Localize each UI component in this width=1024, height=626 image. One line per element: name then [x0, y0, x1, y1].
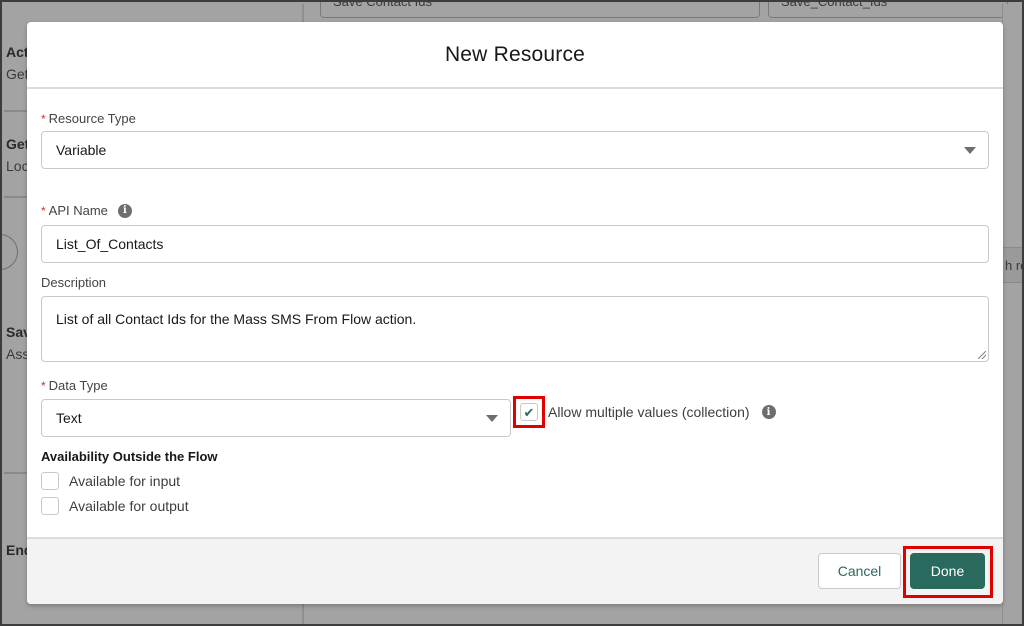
modal-title: New Resource	[444, 42, 586, 66]
background-api-name-input: Save_Contact_Ids	[768, 0, 1008, 18]
data-type-value: Text	[56, 410, 82, 426]
background-section-action: Act Get	[6, 44, 29, 82]
data-type-select[interactable]: Text	[41, 399, 511, 437]
allow-multiple-label: Allow multiple values (collection) i	[548, 403, 776, 421]
new-resource-modal: New Resource * Resource Type Variable * …	[27, 22, 1003, 604]
available-for-input-label: Available for input	[69, 473, 181, 489]
background-right-text: h re	[1005, 258, 1022, 273]
resize-handle-icon[interactable]	[978, 351, 986, 359]
api-name-label: * API Name i	[41, 203, 132, 218]
modal-header: New Resource	[27, 22, 1003, 89]
modal-body: * Resource Type Variable * API Name i Li…	[27, 89, 1003, 537]
required-marker: *	[41, 203, 46, 218]
description-label: Description	[41, 275, 106, 290]
check-icon: ✔	[523, 404, 535, 420]
availability-heading: Availability Outside the Flow	[41, 449, 218, 464]
modal-footer: Cancel Done	[27, 537, 1003, 604]
available-for-output-checkbox[interactable]	[41, 497, 59, 515]
info-icon[interactable]: i	[761, 405, 776, 419]
background-section-subtitle: Get	[6, 66, 29, 82]
chevron-down-icon	[964, 147, 976, 154]
cancel-button[interactable]: Cancel	[818, 553, 901, 589]
required-marker: *	[41, 378, 46, 393]
description-label-text: Description	[41, 275, 107, 290]
api-name-input[interactable]: List_Of_Contacts	[41, 225, 989, 263]
background-right-panel	[1002, 4, 1022, 624]
resource-type-value: Variable	[56, 142, 107, 158]
done-button[interactable]: Done	[910, 553, 985, 589]
data-type-label-text: Data Type	[48, 378, 108, 393]
available-for-output-label: Available for output	[69, 498, 189, 514]
background-section-title: Get	[6, 136, 30, 152]
data-type-label: * Data Type	[41, 378, 108, 393]
chevron-down-icon	[486, 415, 498, 422]
resource-type-label: * Resource Type	[41, 111, 136, 126]
description-textarea[interactable]: List of all Contact Ids for the Mass SMS…	[41, 296, 989, 362]
resource-type-label-text: Resource Type	[48, 111, 136, 126]
background-section-subtitle: Loc	[6, 158, 29, 174]
resource-type-select[interactable]: Variable	[41, 131, 989, 169]
info-icon[interactable]: i	[117, 203, 132, 218]
allow-multiple-checkbox[interactable]: ✔	[520, 403, 538, 421]
background-section-title: Act	[6, 44, 29, 60]
available-for-input-checkbox[interactable]	[41, 472, 59, 490]
allow-multiple-label-text: Allow multiple values (collection)	[548, 404, 750, 420]
api-name-label-text: API Name	[48, 203, 108, 218]
background-api-name-text: Save_Contact_Ids	[781, 0, 888, 9]
required-marker: *	[41, 111, 46, 126]
screen-frame: Save Contact Ids Save_Contact_Ids Act Ge…	[0, 0, 1024, 626]
background-section-get: Get Loc	[6, 136, 29, 174]
description-value: List of all Contact Ids for the Mass SMS…	[56, 311, 417, 327]
api-name-value: List_Of_Contacts	[56, 236, 164, 252]
background-label-text: Save Contact Ids	[333, 0, 432, 9]
background-label-input: Save Contact Ids	[320, 0, 760, 18]
